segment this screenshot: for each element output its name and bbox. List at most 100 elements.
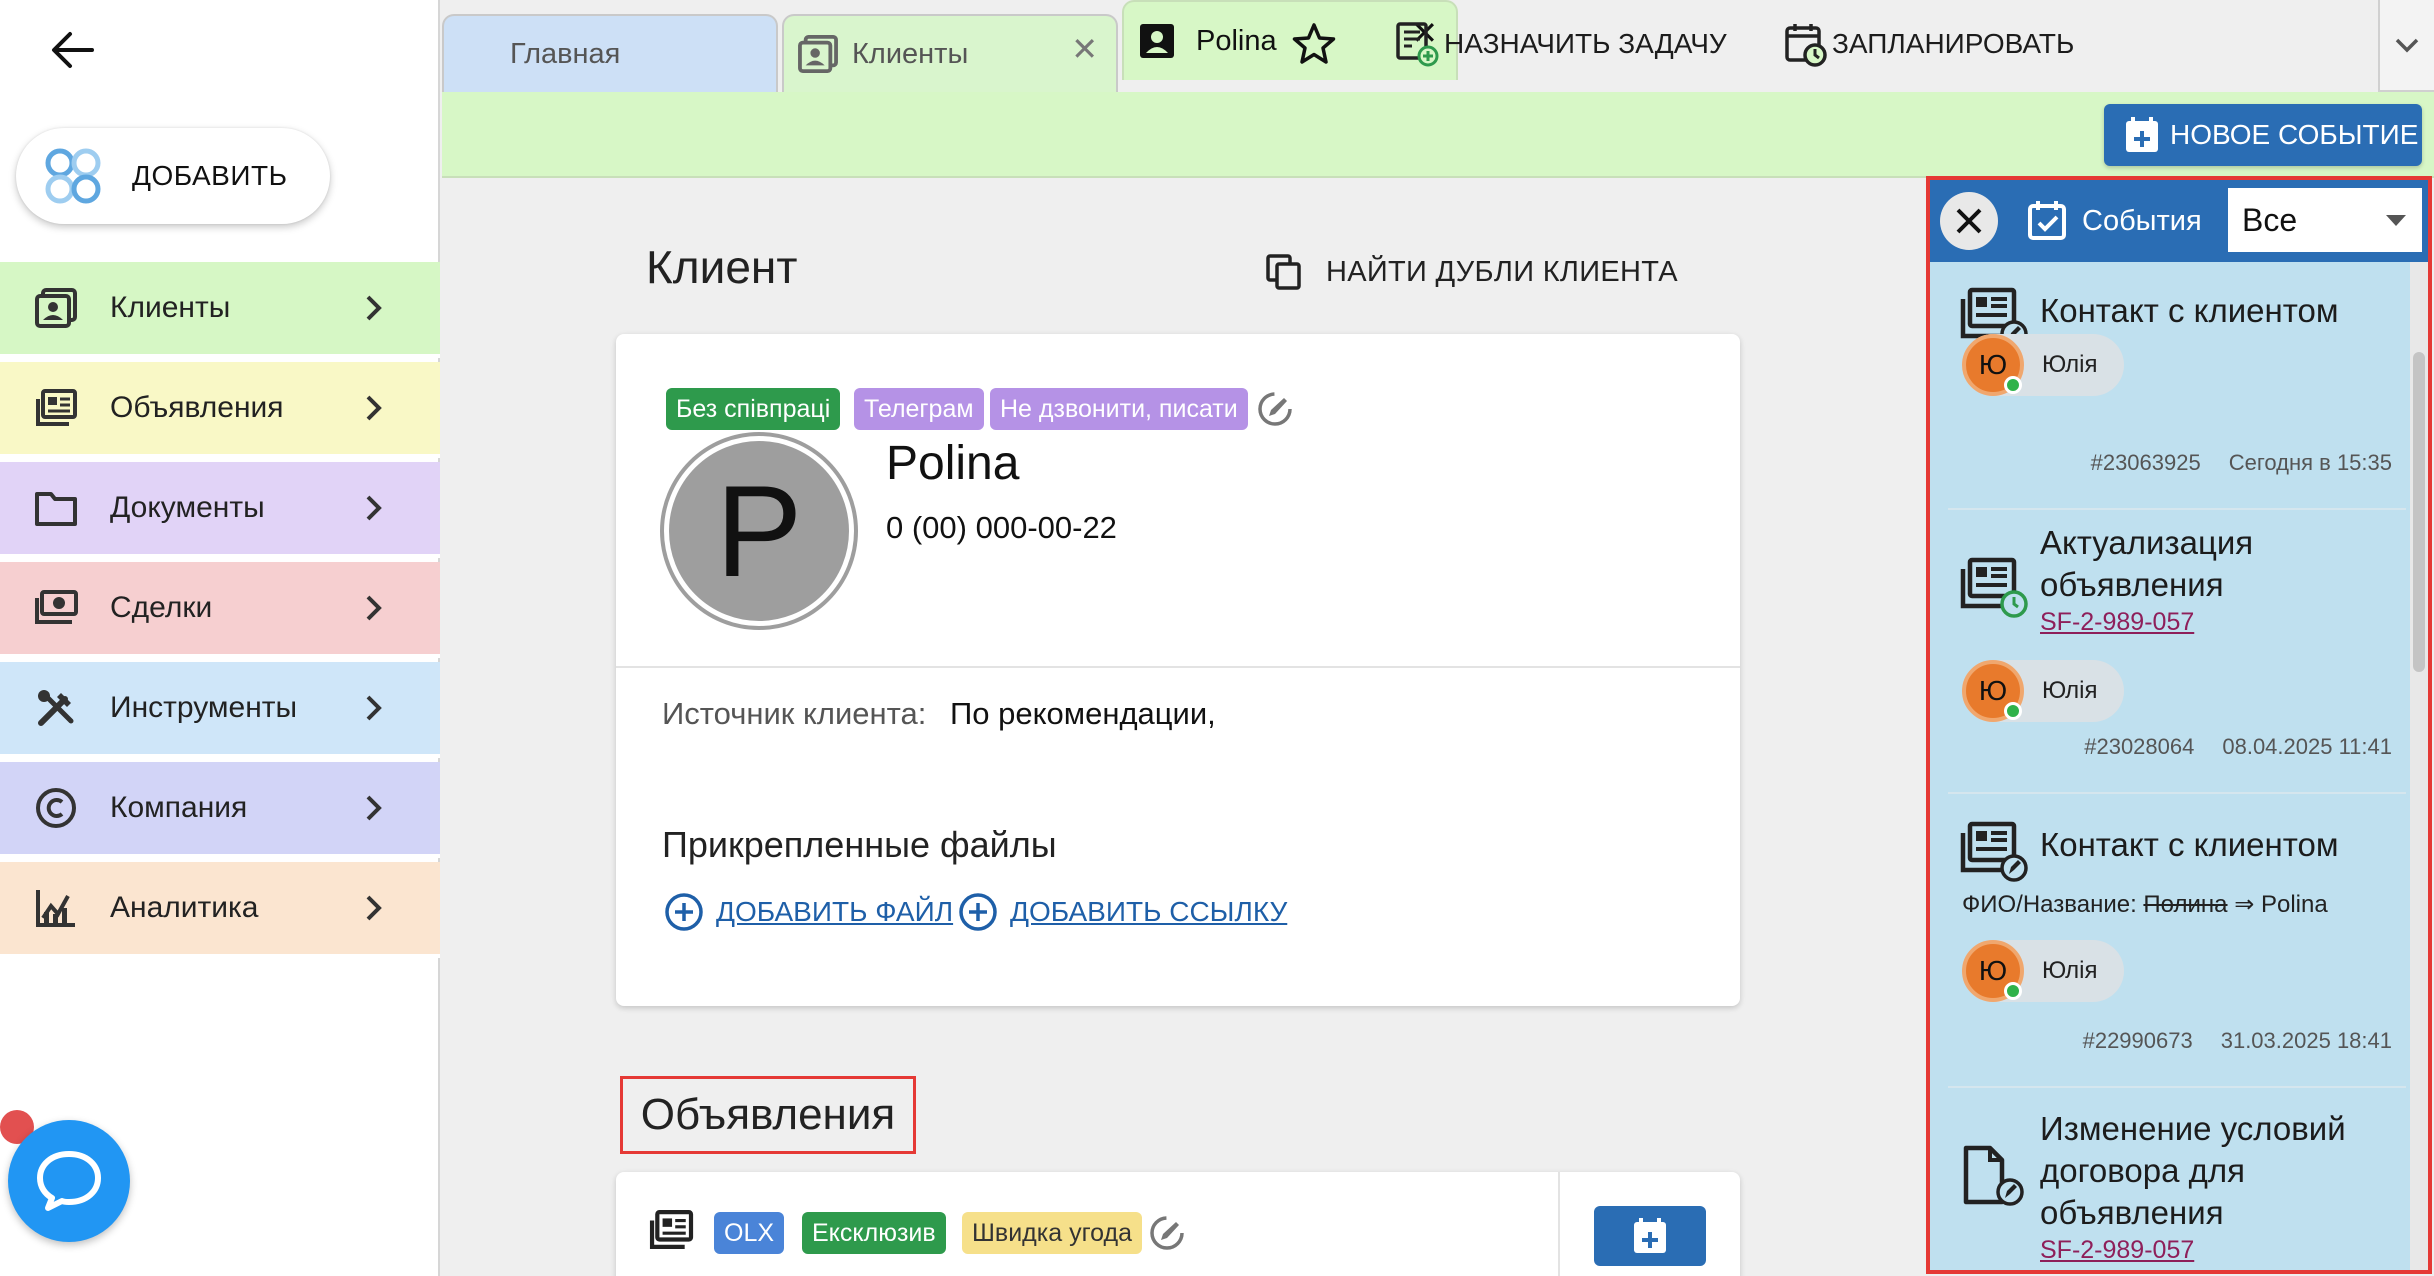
add-link-button[interactable]: ДОБАВИТЬ ССЫЛКУ [958,890,1287,934]
tab-clients[interactable]: Клиенты ✕ [782,14,1118,92]
attached-files-title: Прикрепленные файлы [662,824,1057,865]
chat-icon [37,1151,101,1211]
edit-tags-icon[interactable] [1148,1214,1186,1252]
add-file-button[interactable]: ДОБАВИТЬ ФАЙЛ [664,890,953,934]
add-link-label: ДОБАВИТЬ ССЫЛКУ [1010,896,1288,927]
change-label: ФИО/Название: [1962,891,2137,918]
event-item[interactable]: Изменение условий договора для объявлени… [1948,1090,2406,1270]
chevron-right-icon [366,695,382,721]
tabs-overflow-button[interactable] [2378,0,2434,92]
event-title-line: объявления [2040,566,2224,603]
listing-link[interactable]: SF-2-989-057 [2040,1236,2194,1265]
copyright-icon [34,786,78,830]
plus-circle-icon [665,893,703,931]
sidebar-item-label: Сделки [110,591,213,624]
sidebar: ДОБАВИТЬ Клиенты Объявления Документы Сд… [0,0,440,1276]
user-name: Юлія [2042,677,2098,704]
online-indicator [2004,376,2022,394]
change-old-value: Полина [2143,891,2228,918]
sidebar-item-label: Документы [110,491,265,524]
events-panel: События Все Контакт с клиентом Ю Юлія #2… [1926,176,2432,1274]
favorite-button[interactable] [1290,16,1342,72]
online-indicator [2004,702,2022,720]
event-user-chip[interactable]: Ю Юлія [1962,660,2124,722]
sidebar-item-company[interactable]: Компания [0,762,440,858]
event-meta: #22990673 31.03.2025 18:41 [2083,1028,2392,1054]
assign-task-label: НАЗНАЧИТЬ ЗАДАЧУ [1444,28,1727,59]
new-event-button[interactable]: НОВОЕ СОБЫТИЕ [2104,104,2422,166]
event-title-line: Актуализация [2040,524,2254,561]
chat-button[interactable] [8,1120,130,1242]
logo-icon [45,148,101,204]
add-button[interactable]: ДОБАВИТЬ [16,128,330,224]
tag: Ексклюзив [802,1212,946,1254]
new-event-label: НОВОЕ СОБЫТИЕ [2170,119,2419,150]
copy-icon [1266,254,1301,290]
sidebar-item-deals[interactable]: Сделки [0,562,440,658]
event-item[interactable]: Контакт с клиентом Ю Юлія #23063925 Сегод… [1948,262,2406,510]
event-title: Контакт с клиентом [2040,826,2339,863]
event-user-chip[interactable]: Ю Юлія [1962,940,2124,1002]
events-title-label: События [2082,204,2202,237]
chevron-right-icon [366,895,382,921]
divider [616,666,1740,668]
chevron-right-icon [366,495,382,521]
events-header: События Все [1930,180,2428,262]
clients-icon [34,286,78,330]
add-button-label: ДОБАВИТЬ [132,160,288,191]
sidebar-item-tools[interactable]: Инструменты [0,662,440,758]
listings-icon [34,386,78,430]
back-button[interactable] [44,26,100,74]
source-label: Источник клиента: [662,696,927,731]
find-duplicates-label: НАЙТИ ДУБЛИ КЛИЕНТА [1326,255,1678,288]
event-meta: #23063925 Сегодня в 15:35 [2091,450,2392,476]
event-item[interactable]: Актуализация объявления SF-2-989-057 Ю Ю… [1948,512,2406,794]
tab-close-icon[interactable]: ✕ [1071,30,1098,68]
tag: Швидка угода [962,1212,1142,1254]
change-new-value: Polina [2260,891,2328,918]
plus-circle-icon [959,893,997,931]
edit-tags-icon[interactable] [1256,390,1294,428]
calendar-plus-icon [1634,1218,1666,1253]
assign-task-button[interactable]: НАЗНАЧИТЬ ЗАДАЧУ [1394,16,1727,72]
calendar-check-icon [2028,201,2066,240]
client-phone[interactable]: 0 (00) 000-00-22 [886,510,1117,546]
client-name: Polina [886,437,1020,490]
tools-icon [34,686,78,730]
task-icon [1396,22,1439,67]
sidebar-item-documents[interactable]: Документы [0,462,440,558]
event-user-chip[interactable]: Ю Юлія [1962,334,2124,396]
online-indicator [2004,982,2022,1000]
sidebar-item-listings[interactable]: Объявления [0,362,440,458]
tab-home[interactable]: Главная [442,14,778,92]
sidebar-item-label: Объявления [110,391,284,424]
listings-icon [649,1210,694,1249]
analytics-icon [34,886,78,930]
event-time: 08.04.2025 11:41 [2222,734,2392,759]
find-duplicates-button[interactable]: НАЙТИ ДУБЛИ КЛИЕНТА [1264,250,1678,294]
user-name: Юлія [2042,351,2098,378]
sidebar-item-clients[interactable]: Клиенты [0,262,440,358]
tab-label: Клиенты [852,37,969,70]
event-time: 31.03.2025 18:41 [2220,1028,2392,1053]
tab-label: Polina [1196,24,1277,57]
calendar-plus-icon [2126,117,2158,152]
events-scrollbar[interactable] [2410,262,2428,1270]
sidebar-item-analytics[interactable]: Аналитика [0,862,440,958]
chevron-right-icon [366,395,382,421]
event-title: Изменение условий договора для объявлени… [2040,1108,2346,1234]
scrollbar-thumb[interactable] [2413,352,2425,672]
events-filter-select[interactable]: Все [2228,188,2422,252]
listing-calendar-button[interactable] [1594,1206,1706,1266]
arrow-left-icon [52,32,94,68]
schedule-button[interactable]: ЗАПЛАНИРОВАТЬ [1784,16,2074,72]
listings-section-title: Объявления [620,1076,916,1154]
event-item[interactable]: Контакт с клиентом ФИО/Название: Полина … [1948,796,2406,1088]
listing-link[interactable]: SF-2-989-057 [2040,608,2194,637]
user-avatar: Ю [1962,940,2024,1002]
calendar-clock-icon [1785,24,1827,67]
listing-update-event-icon [1960,557,2028,618]
close-events-button[interactable] [1940,192,1998,250]
schedule-label: ЗАПЛАНИРОВАТЬ [1832,28,2075,59]
event-id: #22990673 [2082,1028,2193,1053]
